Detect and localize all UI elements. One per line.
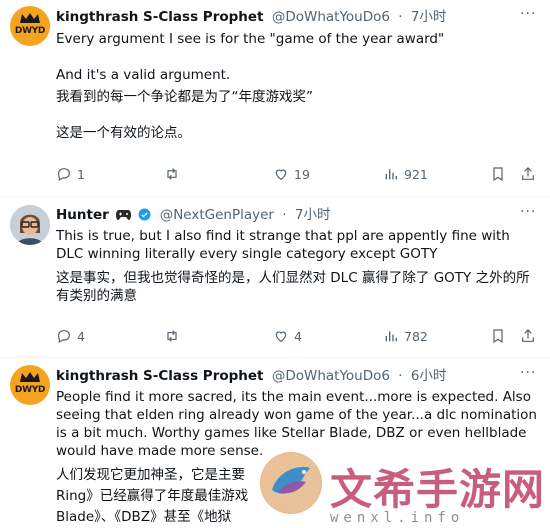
reply-icon [58,330,70,344]
separator: · [398,368,403,384]
text-line: Every argument I see is for the "game of… [56,31,445,47]
crown-icon [20,13,40,23]
views-button[interactable]: 921 [383,166,428,182]
text-line: This is true, but I also find it strange… [56,228,510,262]
tweet-text: This is true, but I also find it strange… [56,227,540,305]
text-line: People find it more sacred, its the main… [56,389,537,459]
view-count: 921 [404,166,428,182]
divider [0,196,550,197]
like-button[interactable]: 4 [273,328,302,344]
views-icon [385,169,397,180]
like-count: 19 [294,166,310,182]
bookmark-icon [493,329,503,344]
avatar[interactable] [10,205,50,245]
separator: · [398,9,403,25]
avatar-image [10,205,50,245]
verified-badge-icon [138,208,151,221]
retweet-icon [167,168,177,180]
heart-icon [275,169,287,181]
tweet-text: People find it more sacred, its the main… [56,388,540,526]
retweet-button[interactable] [164,328,185,344]
display-name[interactable]: kingthrash S-Class Prophet [56,9,264,25]
text-line: 我看到的每一个争论都是为了“年度游戏奖” [56,89,313,105]
action-bar: 4 4 782 [56,328,540,346]
views-icon [385,331,397,342]
tweet-header: Hunter @NextGenPlayer · 7小时 [56,206,330,224]
text-line: Ring》已经赢得了年度最佳游戏 [56,488,249,504]
user-handle[interactable]: @DoWhatYouDo6 [272,9,390,25]
avatar-label: DWYD [14,385,46,395]
text-line: 人们发现它更加神圣，它是主要 [56,467,245,483]
crown-icon [20,372,40,382]
like-button[interactable]: 19 [273,166,310,182]
bookmark-button[interactable] [490,166,511,182]
avatar-label: DWYD [14,26,46,36]
views-button[interactable]: 782 [383,328,428,344]
more-options-icon[interactable]: ··· [520,365,536,381]
tweet-text: Every argument I see is for the "game of… [56,30,540,142]
text-line: And it's a valid argument. [56,67,231,83]
display-name[interactable]: Hunter [56,207,109,223]
retweet-button[interactable] [164,166,185,182]
user-handle[interactable]: @DoWhatYouDo6 [272,368,390,384]
avatar[interactable]: DWYD [10,365,50,405]
share-button[interactable] [520,166,541,182]
user-handle[interactable]: @NextGenPlayer [160,207,274,223]
bookmark-button[interactable] [490,328,511,344]
text-line: 这是事实，但我也觉得奇怪的是，人们显然对 DLC 赢得了除了 GOTY 之外的所… [56,270,530,304]
reply-count: 4 [77,328,85,344]
game-controller-icon [116,210,132,220]
tweet-header: kingthrash S-Class Prophet @DoWhatYouDo6… [56,8,446,26]
reply-button[interactable]: 4 [56,328,85,344]
separator: · [282,207,287,223]
tweet-header: kingthrash S-Class Prophet @DoWhatYouDo6… [56,367,446,385]
reply-icon [58,168,70,182]
share-button[interactable] [520,328,541,344]
text-line: Blade》、《DBZ》甚至《地狱 [56,509,232,525]
timestamp[interactable]: 7小时 [295,207,331,223]
action-bar: 1 19 921 [56,166,540,184]
reply-count: 1 [77,166,85,182]
more-options-icon[interactable]: ··· [520,6,536,22]
reply-button[interactable]: 1 [56,166,85,182]
like-count: 4 [294,328,302,344]
timestamp[interactable]: 7小时 [411,9,447,25]
bookmark-icon [493,167,503,182]
heart-icon [275,331,287,343]
avatar[interactable]: DWYD [10,6,50,46]
share-icon [522,167,534,180]
share-icon [522,329,534,342]
display-name[interactable]: kingthrash S-Class Prophet [56,368,264,384]
timestamp[interactable]: 6小时 [411,368,447,384]
divider [0,357,550,358]
retweet-icon [167,330,177,342]
view-count: 782 [404,328,428,344]
more-options-icon[interactable]: ··· [520,204,536,220]
text-line: 这是一个有效的论点。 [56,125,191,141]
